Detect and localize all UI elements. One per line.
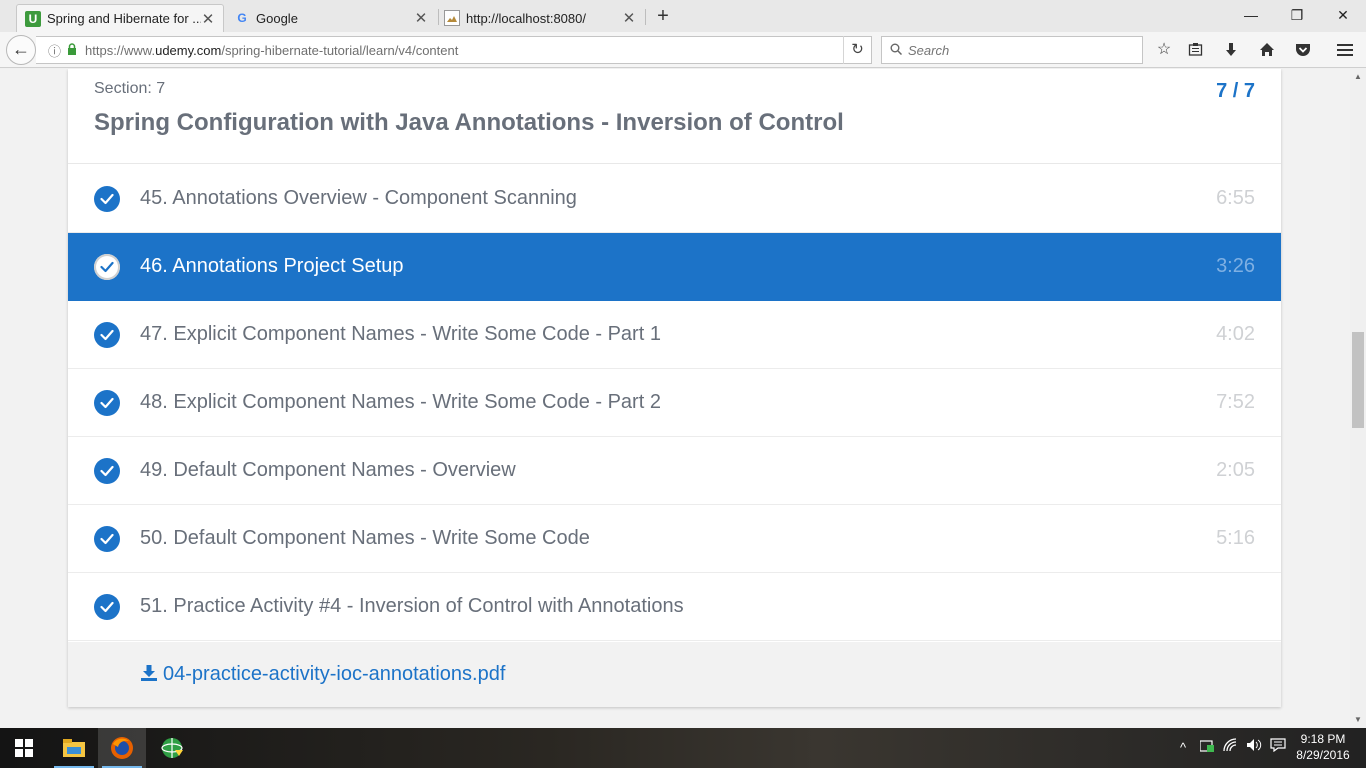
udemy-icon: U <box>25 10 41 27</box>
windows-logo-icon <box>15 739 33 757</box>
completed-check-icon[interactable] <box>94 458 120 484</box>
course-content-panel: Section: 7 Spring Configuration with Jav… <box>68 69 1281 707</box>
lecture-duration: 2:05 <box>1216 459 1255 481</box>
back-arrow-icon: ← <box>12 39 30 59</box>
bookmark-star-icon[interactable]: ☆ <box>1153 39 1175 61</box>
scroll-up-icon[interactable]: ▲ <box>1350 69 1366 85</box>
menu-icon[interactable] <box>1334 39 1356 61</box>
tab-title: http://localhost:8080/ <box>466 10 586 26</box>
network-icon[interactable] <box>1221 738 1241 758</box>
lecture-duration: 5:16 <box>1216 527 1255 549</box>
clock-time: 9:18 PM <box>1300 732 1346 746</box>
start-button[interactable] <box>0 728 48 768</box>
lecture-row[interactable]: 50. Default Component Names - Write Some… <box>68 505 1281 573</box>
lecture-title: 47. Explicit Component Names - Write Som… <box>140 323 661 345</box>
completed-check-icon[interactable] <box>94 186 120 212</box>
tab-close-icon[interactable]: ✕ <box>622 9 636 27</box>
url-text: https://www.udemy.com/spring-hibernate-t… <box>85 42 459 58</box>
lecture-title: 50. Default Component Names - Write Some… <box>140 527 590 549</box>
info-icon[interactable]: ⓘ <box>48 41 61 60</box>
lecture-title: 45. Annotations Overview - Component Sca… <box>140 187 577 209</box>
tab-google[interactable]: G Google ✕ <box>226 4 436 32</box>
minimize-button[interactable]: — <box>1228 0 1274 30</box>
tray-expand-icon[interactable]: ^ <box>1173 738 1193 758</box>
tab-close-icon[interactable]: ✕ <box>201 10 215 28</box>
back-button[interactable]: ← <box>6 35 36 65</box>
scroll-down-icon[interactable]: ▼ <box>1350 712 1366 728</box>
clock-date: 8/29/2016 <box>1296 748 1350 762</box>
tab-title: Spring and Hibernate for ... <box>47 11 201 26</box>
reload-button[interactable]: ↻ <box>843 36 871 64</box>
volume-icon[interactable] <box>1244 738 1264 758</box>
tray-app-icon[interactable] <box>1197 738 1217 758</box>
lecture-row[interactable]: 51. Practice Activity #4 - Inversion of … <box>68 573 1281 641</box>
firefox-button[interactable] <box>98 728 146 768</box>
navigation-bar: ← ⓘ https://www.udemy.com/spring-hiberna… <box>0 32 1366 68</box>
scrollbar-thumb[interactable] <box>1352 332 1364 428</box>
system-clock[interactable]: 9:18 PM 8/29/2016 <box>1292 731 1354 763</box>
lecture-resource: 04-practice-activity-ioc-annotations.pdf <box>68 642 1281 707</box>
download-manager-button[interactable] <box>148 728 196 768</box>
windows-taskbar: ^ 9:18 PM 8/29/2016 <box>0 728 1366 768</box>
lecture-duration: 4:02 <box>1216 323 1255 345</box>
lecture-row[interactable]: 49. Default Component Names - Overview 2:… <box>68 437 1281 505</box>
search-input[interactable] <box>908 42 1128 58</box>
tab-bar: U Spring and Hibernate for ... ✕ G Googl… <box>0 0 1366 32</box>
firefox-icon <box>111 737 133 759</box>
completed-check-icon[interactable] <box>94 594 120 620</box>
tab-separator <box>645 9 646 25</box>
lecture-row[interactable]: 47. Explicit Component Names - Write Som… <box>68 301 1281 369</box>
page-scrollbar[interactable]: ▲ ▼ <box>1350 69 1366 728</box>
tab-close-icon[interactable]: ✕ <box>414 9 428 27</box>
tab-title: Google <box>256 10 298 26</box>
search-box[interactable] <box>881 36 1143 64</box>
lecture-row[interactable]: 48. Explicit Component Names - Write Som… <box>68 369 1281 437</box>
broken-image-icon <box>444 10 460 26</box>
section-title: Spring Configuration with Java Annotatio… <box>94 109 844 136</box>
lecture-title: 48. Explicit Component Names - Write Som… <box>140 391 661 413</box>
tab-localhost[interactable]: http://localhost:8080/ ✕ <box>436 4 644 32</box>
lecture-duration: 3:26 <box>1216 255 1255 277</box>
url-bar[interactable]: ⓘ https://www.udemy.com/spring-hibernate… <box>36 36 872 64</box>
completed-check-icon[interactable] <box>94 322 120 348</box>
google-icon: G <box>237 11 247 25</box>
lecture-row[interactable]: 45. Annotations Overview - Component Sca… <box>68 165 1281 233</box>
folder-icon <box>63 739 85 757</box>
home-icon[interactable] <box>1256 39 1278 61</box>
lock-icon <box>67 42 77 58</box>
new-tab-button[interactable]: + <box>652 5 674 27</box>
lecture-title: 46. Annotations Project Setup <box>140 255 404 277</box>
section-label: Section: 7 <box>94 80 166 97</box>
lecture-title: 49. Default Component Names - Overview <box>140 459 516 481</box>
file-explorer-button[interactable] <box>50 728 98 768</box>
notifications-icon[interactable] <box>1268 738 1288 758</box>
globe-download-icon <box>161 738 183 758</box>
close-window-button[interactable]: ✕ <box>1320 0 1366 30</box>
download-icon <box>140 664 158 682</box>
section-header[interactable]: Section: 7 Spring Configuration with Jav… <box>68 69 1281 164</box>
lecture-duration: 7:52 <box>1216 391 1255 413</box>
lecture-title: 51. Practice Activity #4 - Inversion of … <box>140 595 684 617</box>
completed-check-icon[interactable] <box>94 390 120 416</box>
restore-button[interactable]: ❐ <box>1274 0 1320 30</box>
download-icon[interactable] <box>1220 39 1242 61</box>
reload-icon: ↻ <box>851 41 864 58</box>
pocket-icon[interactable] <box>1292 39 1314 61</box>
lecture-duration: 6:55 <box>1216 187 1255 209</box>
completed-check-icon[interactable] <box>94 526 120 552</box>
lecture-row[interactable]: 46. Annotations Project Setup 3:26 <box>68 233 1281 301</box>
section-progress: 7 / 7 <box>1216 80 1255 102</box>
search-icon <box>890 43 903 58</box>
tab-udemy[interactable]: U Spring and Hibernate for ... ✕ <box>16 4 224 32</box>
resource-link[interactable]: 04-practice-activity-ioc-annotations.pdf <box>163 663 505 686</box>
completed-check-icon[interactable] <box>94 254 120 280</box>
page-viewport: Section: 7 Spring Configuration with Jav… <box>0 69 1350 728</box>
reading-list-icon[interactable] <box>1184 39 1206 61</box>
